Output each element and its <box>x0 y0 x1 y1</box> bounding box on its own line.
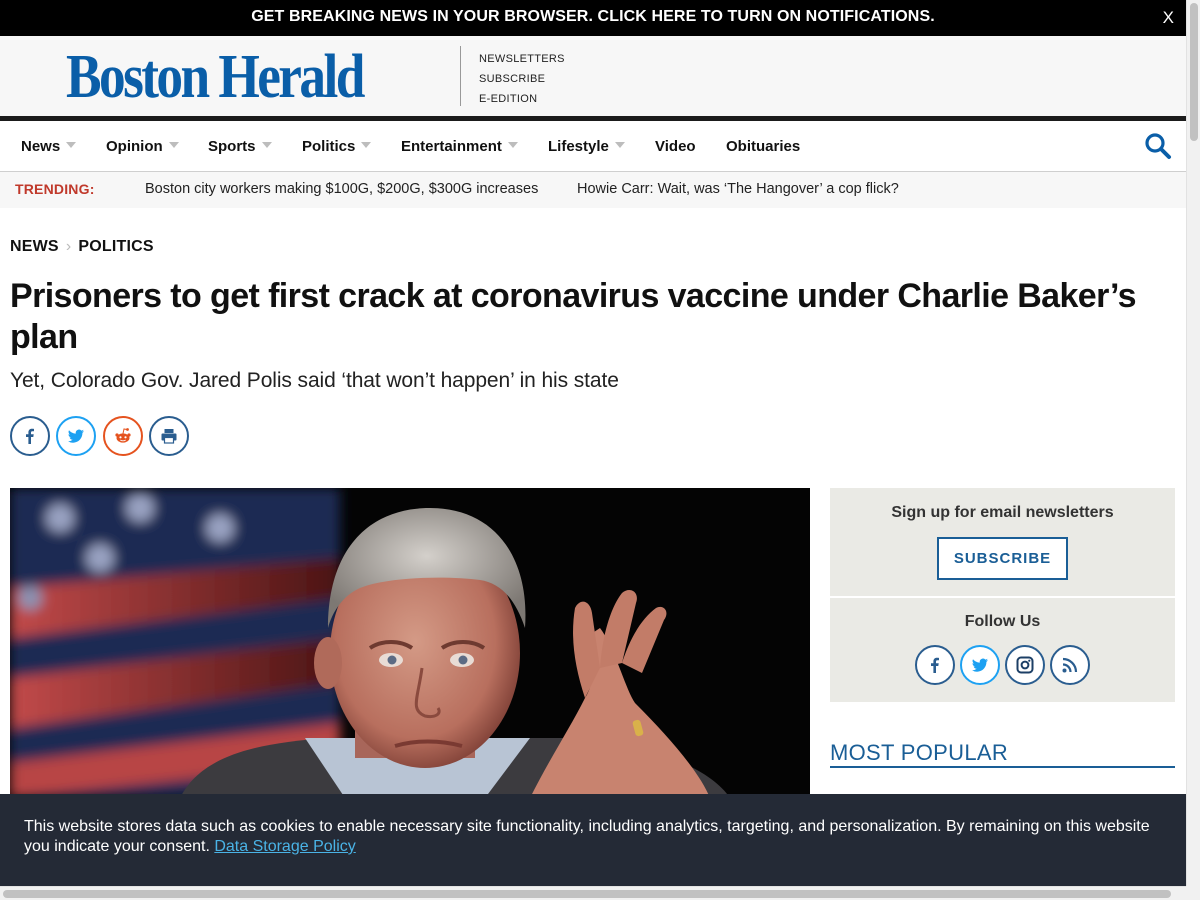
breadcrumb-news[interactable]: NEWS <box>10 238 59 255</box>
chevron-down-icon <box>361 142 372 148</box>
newsletter-title: Sign up for email newsletters <box>891 504 1114 521</box>
subscribe-button[interactable]: SUBSCRIBE <box>937 537 1068 580</box>
follow-rss-button[interactable] <box>1050 645 1090 685</box>
masthead-divider <box>460 46 461 106</box>
data-storage-policy-link[interactable]: Data Storage Policy <box>214 838 355 855</box>
nav-label: Opinion <box>106 138 163 155</box>
nav-label: Sports <box>208 138 256 155</box>
follow-instagram-button[interactable] <box>1005 645 1045 685</box>
chevron-right-icon: › <box>65 238 72 255</box>
share-reddit-button[interactable] <box>103 416 143 456</box>
nav-label: Politics <box>302 138 356 155</box>
chevron-down-icon <box>507 142 518 148</box>
article-subhead: Yet, Colorado Gov. Jared Polis said ‘tha… <box>10 369 619 392</box>
article-hero-image <box>10 488 810 798</box>
instagram-icon <box>1016 656 1034 674</box>
nav-item-opinion[interactable]: Opinion <box>106 138 179 155</box>
site-logo[interactable]: Boston Herald <box>66 46 365 108</box>
nav-label: Lifestyle <box>548 138 609 155</box>
share-facebook-button[interactable] <box>10 416 50 456</box>
e-edition-link[interactable]: E-EDITION <box>479 89 565 109</box>
search-icon[interactable] <box>1144 132 1172 160</box>
vertical-scrollbar[interactable] <box>1186 0 1200 888</box>
masthead-links: NEWSLETTERS SUBSCRIBE E-EDITION <box>479 49 565 109</box>
notification-bar: GET BREAKING NEWS IN YOUR BROWSER. CLICK… <box>0 0 1186 36</box>
nav-item-entertainment[interactable]: Entertainment <box>401 138 518 155</box>
chevron-down-icon <box>261 142 272 148</box>
twitter-icon <box>972 658 988 672</box>
nav-item-lifestyle[interactable]: Lifestyle <box>548 138 625 155</box>
article-headline: Prisoners to get first crack at coronavi… <box>10 277 1137 356</box>
trending-bar: TRENDING: Boston city workers making $10… <box>0 172 1186 208</box>
horizontal-scrollbar[interactable] <box>0 886 1186 900</box>
notification-close-button[interactable]: X <box>1163 8 1174 28</box>
breadcrumb-politics[interactable]: POLITICS <box>78 238 153 255</box>
twitter-icon <box>68 429 84 443</box>
nav-item-news[interactable]: News <box>21 138 77 155</box>
share-print-button[interactable] <box>149 416 189 456</box>
cookie-text: This website stores data such as cookies… <box>24 818 1150 855</box>
nav-item-obituaries[interactable]: Obituaries <box>726 138 800 155</box>
chevron-down-icon <box>168 142 179 148</box>
governor-photo <box>10 488 810 798</box>
nav-label: Entertainment <box>401 138 502 155</box>
nav-label: Obituaries <box>726 138 801 155</box>
cookie-banner: This website stores data such as cookies… <box>0 794 1186 886</box>
share-twitter-button[interactable] <box>56 416 96 456</box>
follow-us-title: Follow Us <box>964 613 1041 630</box>
nav-item-video[interactable]: Video <box>655 138 696 155</box>
breadcrumb: NEWS › POLITICS <box>10 238 154 256</box>
vertical-scroll-thumb[interactable] <box>1190 3 1198 141</box>
print-icon <box>161 429 177 444</box>
subscribe-link[interactable]: SUBSCRIBE <box>479 69 565 89</box>
nav-item-politics[interactable]: Politics <box>302 138 372 155</box>
most-popular-heading: MOST POPULAR <box>830 740 1175 768</box>
horizontal-scroll-thumb[interactable] <box>3 890 1171 898</box>
nav-label: Video <box>655 138 696 155</box>
masthead: Boston Herald NEWSLETTERS SUBSCRIBE E-ED… <box>0 36 1186 116</box>
follow-twitter-button[interactable] <box>960 645 1000 685</box>
trending-link[interactable]: Howie Carr: Wait, was ‘The Hangover’ a c… <box>577 181 899 197</box>
follow-facebook-button[interactable] <box>915 645 955 685</box>
scrollbar-corner <box>1186 886 1200 900</box>
newsletters-link[interactable]: NEWSLETTERS <box>479 49 565 69</box>
nav-item-sports[interactable]: Sports <box>208 138 272 155</box>
rss-icon <box>1062 657 1078 673</box>
newsletter-signup-box: Sign up for email newsletters SUBSCRIBE <box>830 488 1175 596</box>
main-nav: News Opinion Sports Politics Entertainme… <box>0 121 1186 172</box>
chevron-down-icon <box>66 142 77 148</box>
facebook-icon <box>931 657 939 673</box>
notification-link[interactable]: GET BREAKING NEWS IN YOUR BROWSER. CLICK… <box>0 8 1186 26</box>
trending-label: TRENDING: <box>15 181 95 197</box>
nav-label: News <box>21 138 61 155</box>
follow-us-box: Follow Us <box>830 598 1175 702</box>
facebook-icon <box>26 428 34 444</box>
cookie-message: This website stores data such as cookies… <box>24 817 1164 857</box>
reddit-icon <box>115 428 131 443</box>
chevron-down-icon <box>614 142 625 148</box>
trending-link[interactable]: Boston city workers making $100G, $200G,… <box>145 181 538 197</box>
